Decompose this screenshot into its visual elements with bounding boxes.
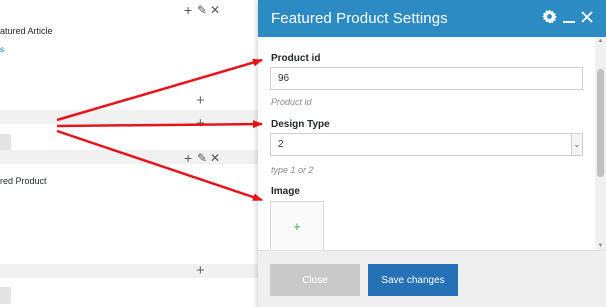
add-icon[interactable]: + — [184, 151, 192, 165]
add-row-icon[interactable]: + — [196, 263, 205, 278]
modal-footer: Close Save changes — [258, 250, 606, 307]
product-id-label: Product id — [271, 53, 321, 64]
edit-icon[interactable]: ✎ — [197, 3, 207, 17]
add-icon[interactable]: + — [184, 3, 192, 17]
chevron-down-icon[interactable]: ⌄ — [571, 134, 582, 155]
scroll-thumb[interactable] — [597, 69, 604, 177]
design-type-help: type 1 or 2 — [271, 165, 314, 175]
image-label: Image — [271, 186, 300, 197]
element-title: red Product — [0, 176, 47, 186]
design-type-label: Design Type — [271, 119, 330, 130]
row-separator — [0, 110, 258, 124]
save-changes-button[interactable]: Save changes — [368, 264, 458, 296]
page-builder-background: + ✎ ✕ atured Article s + + + ✎ ✕ red Pro… — [0, 0, 258, 307]
add-row-icon[interactable]: + — [196, 93, 205, 108]
image-upload-box[interactable]: + — [270, 201, 324, 250]
product-id-help: Product id — [271, 97, 312, 107]
settings-modal: Featured Product Settings Product id Pro… — [258, 0, 606, 307]
modal-title: Featured Product Settings — [271, 10, 448, 27]
remove-icon[interactable]: ✕ — [210, 3, 220, 17]
row-handle[interactable] — [0, 287, 11, 304]
modal-scrollbar[interactable]: ▲ ▼ — [595, 37, 606, 250]
add-image-icon[interactable]: + — [271, 219, 323, 234]
design-type-select[interactable]: 2 ⌄ — [270, 133, 583, 156]
design-type-value: 2 — [278, 139, 284, 150]
close-icon[interactable] — [581, 9, 593, 30]
scroll-down-icon[interactable]: ▼ — [595, 243, 606, 249]
row-handle[interactable] — [0, 134, 11, 151]
row-separator — [0, 264, 258, 278]
modal-body: Product id Product id Design Type 2 ⌄ ty… — [258, 37, 606, 250]
minimize-icon[interactable] — [563, 9, 575, 30]
scroll-up-icon[interactable]: ▲ — [595, 38, 606, 44]
modal-header: Featured Product Settings — [258, 0, 606, 37]
remove-icon[interactable]: ✕ — [210, 151, 220, 165]
add-row-icon[interactable]: + — [196, 116, 205, 131]
close-button[interactable]: Close — [270, 264, 360, 296]
edit-icon[interactable]: ✎ — [197, 151, 207, 165]
element-link[interactable]: s — [0, 45, 4, 54]
element-title: atured Article — [0, 26, 53, 36]
product-id-input[interactable] — [270, 67, 583, 90]
gear-icon[interactable] — [542, 9, 557, 29]
